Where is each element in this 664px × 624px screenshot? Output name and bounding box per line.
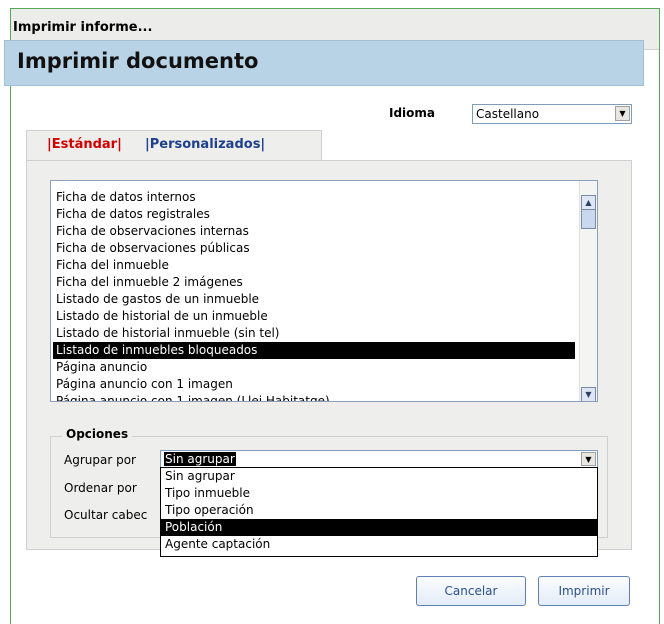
list-item[interactable]: Listado de historial de un inmueble [53, 308, 575, 325]
report-listbox[interactable]: Ficha de datos internos Ficha de datos re… [50, 180, 598, 402]
list-item[interactable]: Listado de gastos de un inmueble [53, 291, 575, 308]
chevron-down-icon[interactable]: ▼ [581, 452, 596, 466]
list-item[interactable]: Ficha de datos internos [53, 189, 575, 206]
language-label: Idioma [389, 106, 436, 120]
list-item[interactable]: Ficha de observaciones internas [53, 223, 575, 240]
print-button[interactable]: Imprimir [538, 576, 630, 606]
order-by-label: Ordenar por [64, 481, 137, 495]
list-item[interactable]: Página anuncio con 1 imagen [53, 376, 575, 393]
page-header: Imprimir documento [4, 40, 644, 86]
list-scrollbar[interactable]: ▲ ▼ [579, 181, 597, 401]
dropdown-option[interactable]: Tipo inmueble [161, 485, 597, 502]
dropdown-option[interactable]: Tipo operación [161, 502, 597, 519]
group-by-dropdown-list[interactable]: Sin agrupar Tipo inmueble Tipo operación Po… [160, 467, 598, 557]
cancel-button[interactable]: Cancelar [416, 576, 526, 606]
tab-bar: |Estándar| |Personalizados| [26, 130, 322, 160]
list-item[interactable]: Listado de inmuebles bloqueados [53, 342, 575, 359]
group-by-select[interactable]: Sin agrupar ▼ [160, 450, 598, 468]
scrollbar-thumb[interactable] [581, 209, 596, 229]
list-item[interactable]: Ficha del inmueble 2 imágenes [53, 274, 575, 291]
list-item[interactable]: Ficha del inmueble [53, 257, 575, 274]
options-legend: Opciones [62, 427, 133, 441]
tab-custom[interactable]: |Personalizados| [145, 137, 265, 152]
window-title: Imprimir informe... [13, 20, 153, 35]
list-item[interactable]: Ficha de observaciones públicas [53, 240, 575, 257]
report-list: Ficha de datos internos Ficha de datos re… [53, 189, 575, 401]
list-item[interactable]: Página anuncio [53, 359, 575, 376]
list-item[interactable]: Página anuncio con 1 imagen (Llei Habita… [53, 393, 575, 401]
list-item[interactable]: Ficha de datos registrales [53, 206, 575, 223]
scroll-down-icon[interactable]: ▼ [581, 387, 596, 401]
language-select[interactable]: Castellano ▼ [472, 104, 632, 124]
chevron-down-icon[interactable]: ▼ [615, 106, 630, 121]
scroll-up-icon[interactable]: ▲ [581, 195, 596, 210]
dropdown-option[interactable]: Población [161, 519, 597, 536]
list-item[interactable]: Listado de historial inmueble (sin tel) [53, 325, 575, 342]
dropdown-option[interactable]: Agente captación [161, 536, 597, 553]
group-by-value: Sin agrupar [164, 452, 236, 466]
dropdown-option[interactable]: Sin agrupar [161, 468, 597, 485]
hide-header-label: Ocultar cabec [64, 508, 148, 522]
group-by-label: Agrupar por [64, 453, 136, 467]
language-value: Castellano [476, 107, 540, 121]
page-title: Imprimir documento [17, 49, 259, 73]
tab-standard[interactable]: |Estándar| [47, 137, 122, 152]
